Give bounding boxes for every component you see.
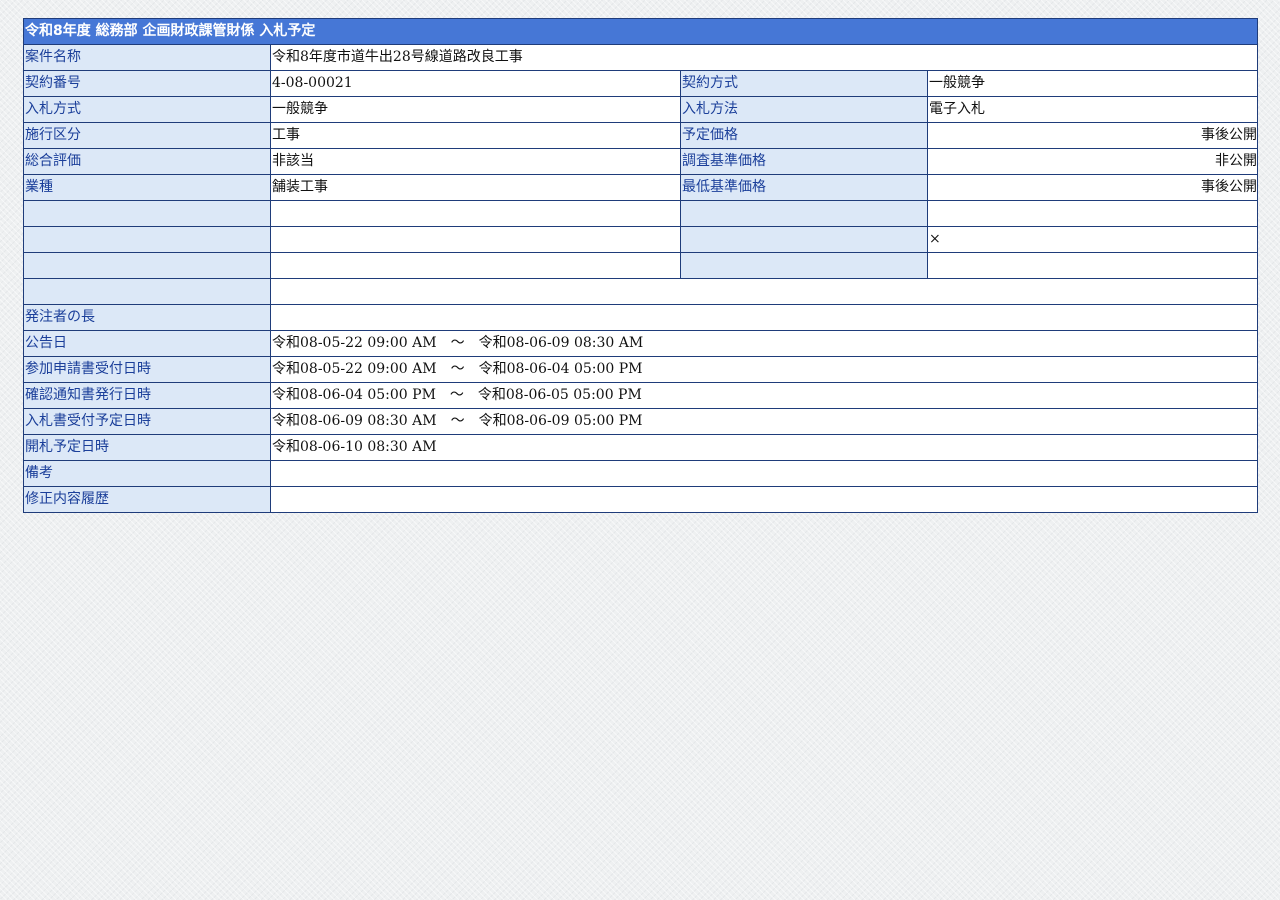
minimum-base-price-value: 事後公開 — [927, 174, 1258, 201]
application-period-label: 参加申請書受付日時 — [23, 356, 271, 383]
table-row — [23, 200, 1258, 227]
notice-date-value: 令和08-05-22 09:00 AM ～ 令和08-06-09 08:30 A… — [270, 330, 1258, 357]
bid-acceptance-label: 入札書受付予定日時 — [23, 408, 271, 435]
table-row: 業種 舗装工事 最低基準価格 事後公開 — [23, 174, 1258, 201]
empty-label-cell — [680, 226, 928, 253]
revision-history-value — [270, 486, 1258, 513]
contract-number-value: 4-08-00021 — [270, 70, 681, 97]
remarks-label: 備考 — [23, 460, 271, 487]
table-row: 公告日 令和08-05-22 09:00 AM ～ 令和08-06-09 08:… — [23, 330, 1258, 357]
orderer-head-label: 発注者の長 — [23, 304, 271, 331]
overall-evaluation-value: 非該当 — [270, 148, 681, 175]
bid-schedule-table: 令和8年度 総務部 企画財政課管財係 入札予定 案件名称 令和8年度市道牛出28… — [23, 18, 1258, 513]
empty-label-cell — [23, 252, 271, 279]
revision-history-label: 修正内容履歴 — [23, 486, 271, 513]
table-row: 開札予定日時 令和08-06-10 08:30 AM — [23, 434, 1258, 461]
table-row: 発注者の長 — [23, 304, 1258, 331]
table-row: 総合評価 非該当 調査基準価格 非公開 — [23, 148, 1258, 175]
execution-class-value: 工事 — [270, 122, 681, 149]
bid-opening-label: 開札予定日時 — [23, 434, 271, 461]
empty-value-cell — [270, 226, 681, 253]
table-row: 契約番号 4-08-00021 契約方式 一般競争 — [23, 70, 1258, 97]
empty-value-cell — [927, 200, 1258, 227]
table-row: × — [23, 226, 1258, 253]
bid-method-label: 入札方法 — [680, 96, 928, 123]
contract-method-label: 契約方式 — [680, 70, 928, 97]
bid-acceptance-value: 令和08-06-09 08:30 AM ～ 令和08-06-09 05:00 P… — [270, 408, 1258, 435]
planned-price-value: 事後公開 — [927, 122, 1258, 149]
empty-value-cell — [270, 252, 681, 279]
minimum-base-price-label: 最低基準価格 — [680, 174, 928, 201]
survey-base-price-value: 非公開 — [927, 148, 1258, 175]
table-row: 修正内容履歴 — [23, 486, 1258, 513]
confirmation-notice-value: 令和08-06-04 05:00 PM ～ 令和08-06-05 05:00 P… — [270, 382, 1258, 409]
contract-number-label: 契約番号 — [23, 70, 271, 97]
table-row: 案件名称 令和8年度市道牛出28号線道路改良工事 — [23, 44, 1258, 71]
survey-base-price-label: 調査基準価格 — [680, 148, 928, 175]
bid-type-label: 入札方式 — [23, 96, 271, 123]
table-row: 入札書受付予定日時 令和08-06-09 08:30 AM ～ 令和08-06-… — [23, 408, 1258, 435]
orderer-head-value — [270, 304, 1258, 331]
table-row: 備考 — [23, 460, 1258, 487]
case-name-value: 令和8年度市道牛出28号線道路改良工事 — [270, 44, 1258, 71]
notice-date-label: 公告日 — [23, 330, 271, 357]
table-row: 施行区分 工事 予定価格 事後公開 — [23, 122, 1258, 149]
bid-opening-value: 令和08-06-10 08:30 AM — [270, 434, 1258, 461]
bid-method-value: 電子入札 — [927, 96, 1258, 123]
empty-label-cell — [23, 278, 271, 305]
industry-value: 舗装工事 — [270, 174, 681, 201]
bid-type-value: 一般競争 — [270, 96, 681, 123]
cross-mark-value: × — [927, 226, 1258, 253]
empty-value-cell — [270, 200, 681, 227]
bid-schedule-panel: 令和8年度 総務部 企画財政課管財係 入札予定 案件名称 令和8年度市道牛出28… — [23, 18, 1258, 513]
table-row: 確認通知書発行日時 令和08-06-04 05:00 PM ～ 令和08-06-… — [23, 382, 1258, 409]
table-row — [23, 252, 1258, 279]
empty-label-cell — [680, 252, 928, 279]
table-row: 参加申請書受付日時 令和08-05-22 09:00 AM ～ 令和08-06-… — [23, 356, 1258, 383]
page-title: 令和8年度 総務部 企画財政課管財係 入札予定 — [23, 18, 1258, 45]
empty-value-cell — [927, 252, 1258, 279]
confirmation-notice-label: 確認通知書発行日時 — [23, 382, 271, 409]
industry-label: 業種 — [23, 174, 271, 201]
planned-price-label: 予定価格 — [680, 122, 928, 149]
overall-evaluation-label: 総合評価 — [23, 148, 271, 175]
execution-class-label: 施行区分 — [23, 122, 271, 149]
remarks-value — [270, 460, 1258, 487]
empty-label-cell — [680, 200, 928, 227]
table-row — [23, 278, 1258, 305]
empty-label-cell — [23, 226, 271, 253]
table-row: 入札方式 一般競争 入札方法 電子入札 — [23, 96, 1258, 123]
title-row: 令和8年度 総務部 企画財政課管財係 入札予定 — [23, 18, 1258, 45]
empty-value-cell — [270, 278, 1258, 305]
case-name-label: 案件名称 — [23, 44, 271, 71]
application-period-value: 令和08-05-22 09:00 AM ～ 令和08-06-04 05:00 P… — [270, 356, 1258, 383]
empty-label-cell — [23, 200, 271, 227]
contract-method-value: 一般競争 — [927, 70, 1258, 97]
